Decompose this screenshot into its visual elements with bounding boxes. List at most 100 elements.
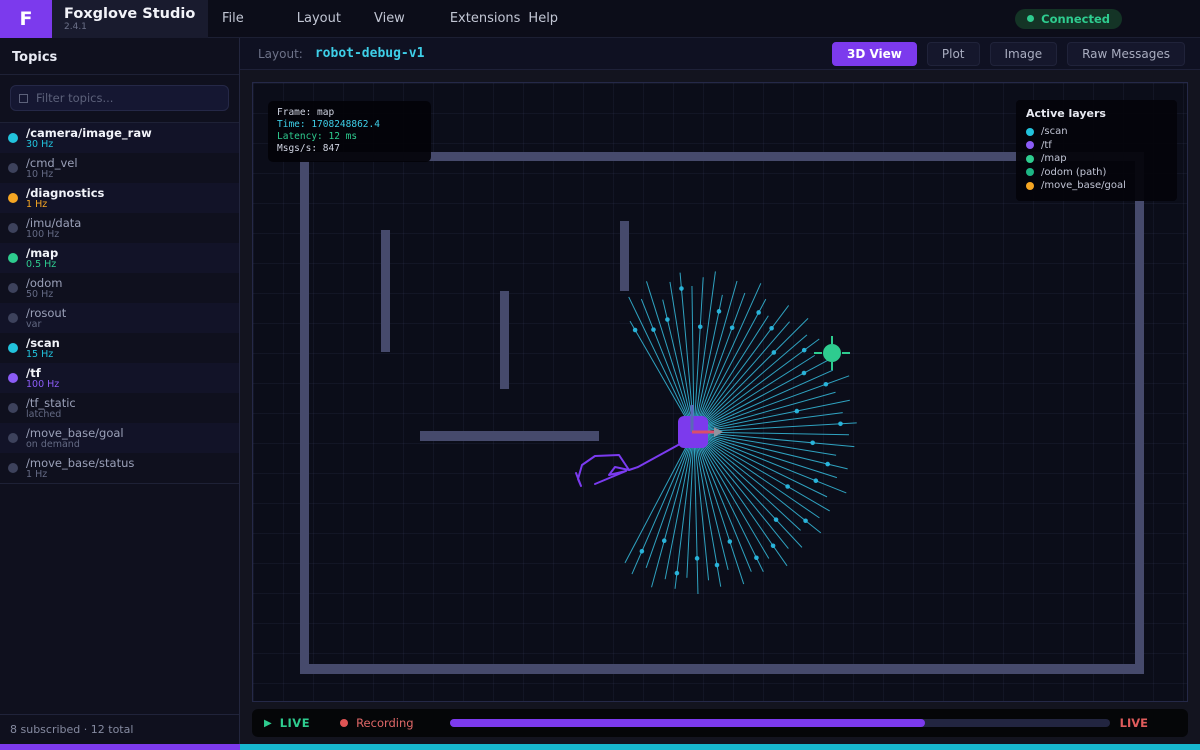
legend-label: /map [1041, 153, 1067, 165]
topic-name: /imu/data [26, 215, 82, 230]
menu-bar: File Layout View Extensions Help [208, 11, 558, 26]
topic-row-rosout[interactable]: /rosout var [0, 303, 239, 333]
topic-rate: on demand [26, 438, 80, 450]
legend-item-tf: /tf [1026, 139, 1167, 153]
tab-plot[interactable]: Plot [926, 41, 980, 66]
scan-point [825, 461, 830, 467]
map-wall [300, 152, 309, 674]
menu-item-view[interactable]: View [374, 11, 405, 26]
legend-item-scan: /scan [1026, 125, 1167, 139]
app-title: Foxglove Studio [64, 5, 196, 22]
topic-row-diagnostics[interactable]: /diagnostics 1 Hz [0, 183, 239, 213]
topic-rate: 15 Hz [26, 348, 54, 360]
map-wall [620, 221, 629, 291]
layout-name[interactable]: robot-debug-v1 [315, 46, 425, 61]
topic-status-dot [8, 283, 18, 293]
scan-ray [693, 431, 764, 572]
playback-progress [450, 719, 926, 727]
topic-name: /tf_static [26, 395, 76, 410]
topic-row-tf[interactable]: /tf 100 Hz [0, 363, 239, 393]
topic-row-move-base-goal[interactable]: /move_base/goal on demand [0, 423, 239, 453]
recording-icon [340, 719, 349, 727]
scan-point [801, 347, 807, 353]
scan-point [716, 309, 722, 314]
topic-name: /diagnostics [26, 185, 105, 200]
menu-item-file[interactable]: File [222, 11, 244, 26]
topic-name: /rosout [26, 305, 67, 320]
legend-dot [1026, 168, 1034, 177]
goal-marker [823, 344, 841, 362]
scan-ray [693, 431, 828, 498]
topic-row-imu-data[interactable]: /imu/data 100 Hz [0, 213, 239, 243]
connection-badge: Connected [1015, 8, 1122, 29]
menu-item-extensions[interactable]: Extensions [450, 11, 521, 26]
topic-rate: var [26, 318, 42, 330]
scan-point [756, 310, 761, 315]
panel-tabs: 3D View Plot Image Raw Messages [831, 41, 1185, 66]
topic-status-dot [8, 253, 18, 263]
sidebar-title: Topics [0, 38, 239, 75]
scan-ray [664, 431, 695, 580]
main-panel: Layout: robot-debug-v1 3D View Plot Image R… [240, 38, 1200, 744]
scan-point [754, 555, 759, 561]
connection-label: Connected [1041, 11, 1110, 26]
topic-name: /move_base/goal [26, 425, 124, 440]
topic-row-cmd-vel[interactable]: /cmd_vel 10 Hz [0, 153, 239, 183]
scan-point [785, 484, 790, 489]
topic-rate: 1 Hz [26, 198, 48, 210]
legend-dot [1026, 127, 1034, 136]
scan-point [773, 517, 779, 522]
scan-point [771, 350, 777, 355]
layout-bar: Layout: robot-debug-v1 3D View Plot Image R… [240, 38, 1200, 70]
topic-name: /scan [26, 335, 60, 350]
tab-image[interactable]: Image [989, 41, 1058, 66]
legend-item-move-base-goal: /move_base/goal [1026, 179, 1167, 193]
legend-dot [1026, 181, 1034, 190]
frame-info-tooltip: Frame: map Time: 1708248862.4 Latency: 12 … [268, 101, 431, 162]
topic-rate: 1 Hz [26, 468, 48, 480]
tab-raw-messages[interactable]: Raw Messages [1067, 41, 1185, 66]
scan-point [801, 370, 807, 376]
topic-status-dot [8, 163, 18, 173]
odom-path [594, 438, 690, 485]
topic-row-scan[interactable]: /scan 15 Hz [0, 333, 239, 363]
menu-item-help[interactable]: Help [528, 11, 558, 26]
topic-rate: 100 Hz [26, 378, 60, 390]
topic-row-tf-static[interactable]: /tf_static latched [0, 393, 239, 423]
connection-status-icon [1027, 15, 1035, 22]
topic-row-map[interactable]: /map 0.5 Hz [0, 243, 239, 273]
topic-status-dot [8, 133, 18, 143]
hud-line: Frame: map [277, 107, 335, 118]
scan-point [794, 408, 800, 414]
playback-scrubber[interactable] [450, 719, 1110, 727]
app-version: 2.4.1 [64, 21, 87, 32]
topic-name: /cmd_vel [26, 155, 78, 170]
topic-status-dot [8, 403, 18, 413]
tab-3d-view[interactable]: 3D View [831, 41, 917, 66]
topic-rate: 50 Hz [26, 288, 54, 300]
map-wall [381, 230, 390, 352]
play-icon[interactable]: ▶ [264, 718, 272, 729]
scan-point [651, 327, 656, 332]
active-layers-panel: Active layers /scan/tf/map/odom (path) /m… [1016, 100, 1177, 201]
status-strip [0, 744, 1200, 750]
topic-row-move-base-status[interactable]: /move_base/status 1 Hz [0, 453, 239, 483]
scan-point [810, 440, 815, 446]
3d-viewport[interactable]: Frame: map Time: 1708248862.4 Latency: 12 … [252, 82, 1188, 702]
app-logo[interactable]: F [0, 0, 52, 38]
scan-ray [646, 281, 695, 433]
topic-rate: 100 Hz [26, 228, 60, 240]
topic-row-odom[interactable]: /odom 50 Hz [0, 273, 239, 303]
playback-bar: ▶ LIVE Recording LIVE [252, 709, 1188, 737]
scan-ray [693, 292, 746, 433]
topic-rate: 0.5 Hz [26, 258, 57, 270]
filter-input[interactable] [36, 91, 228, 105]
scan-point [838, 421, 843, 427]
menu-item-layout[interactable]: Layout [297, 11, 341, 26]
scan-ray [669, 281, 695, 433]
topic-name: /tf [26, 365, 41, 380]
hud-line: Msgs/s: 847 [277, 143, 340, 154]
topic-row-camera-image-raw[interactable]: /camera/image_raw 30 Hz [0, 123, 239, 153]
layout-label: Layout: [258, 46, 303, 61]
topic-filter[interactable] [10, 85, 229, 111]
